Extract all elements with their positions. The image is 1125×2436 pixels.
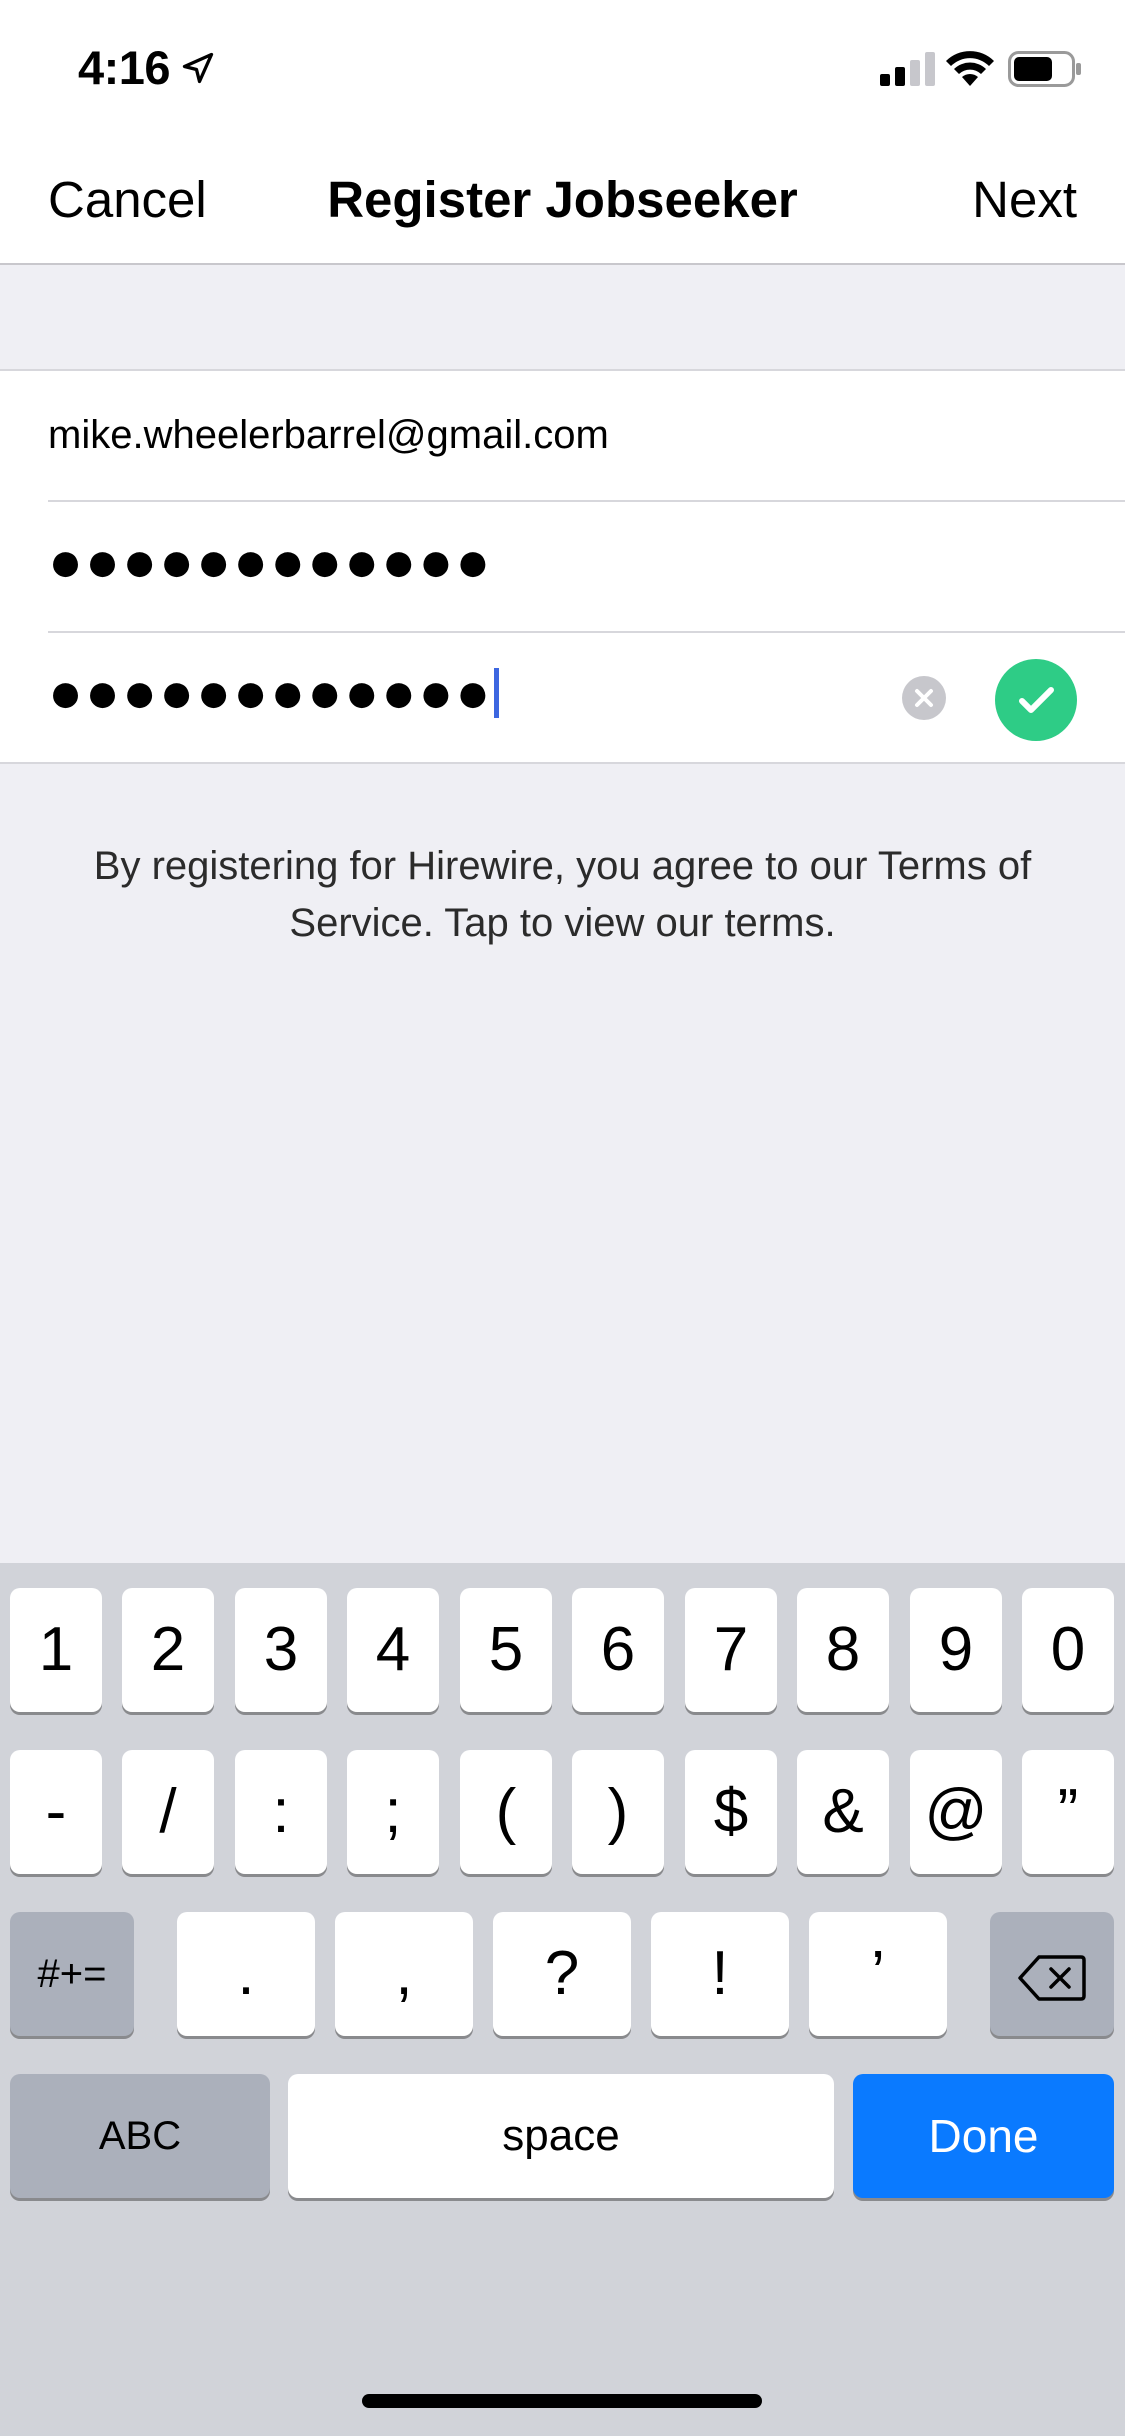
key-quote[interactable]: ” bbox=[1022, 1750, 1114, 1874]
battery-icon bbox=[1008, 51, 1081, 87]
keyboard: 1 2 3 4 5 6 7 8 9 0 - / : ; ( ) $ & @ ” … bbox=[0, 1563, 1125, 2436]
key-question[interactable]: ? bbox=[493, 1912, 631, 2036]
status-bar: 4:16 bbox=[0, 0, 1125, 132]
password-field[interactable]: ●●●●●●●●●●●● bbox=[48, 502, 1125, 633]
key-close-paren[interactable]: ) bbox=[572, 1750, 664, 1874]
confirm-password-wrapper: ●●●●●●●●●●●● bbox=[48, 659, 500, 726]
next-button[interactable]: Next bbox=[972, 170, 1077, 229]
key-slash[interactable]: / bbox=[122, 1750, 214, 1874]
key-period[interactable]: . bbox=[177, 1912, 315, 2036]
backspace-icon bbox=[1018, 1954, 1086, 2001]
confirm-password-field[interactable]: ●●●●●●●●●●●● bbox=[48, 633, 1125, 764]
key-0[interactable]: 0 bbox=[1022, 1588, 1114, 1712]
email-field[interactable]: mike.wheelerbarrel@gmail.com bbox=[48, 371, 1125, 502]
status-time: 4:16 bbox=[78, 41, 171, 94]
key-comma[interactable]: , bbox=[335, 1912, 473, 2036]
wifi-icon bbox=[946, 51, 994, 86]
text-cursor bbox=[494, 667, 500, 718]
checkmark-icon bbox=[1019, 687, 1054, 713]
cancel-button[interactable]: Cancel bbox=[48, 170, 207, 229]
key-open-paren[interactable]: ( bbox=[460, 1750, 552, 1874]
terms-of-service-link[interactable]: By registering for Hirewire, you agree t… bbox=[60, 838, 1065, 952]
key-4[interactable]: 4 bbox=[347, 1588, 439, 1712]
key-ampersand[interactable]: & bbox=[797, 1750, 889, 1874]
screen: 4:16 Register Jobseeker Cancel Next mike bbox=[0, 0, 1125, 2436]
password-value: ●●●●●●●●●●●● bbox=[48, 529, 493, 594]
key-semicolon[interactable]: ; bbox=[347, 1750, 439, 1874]
clear-text-button[interactable] bbox=[902, 676, 946, 720]
abc-key[interactable]: ABC bbox=[10, 2074, 270, 2198]
navigation-bar: Register Jobseeker Cancel Next bbox=[0, 132, 1125, 265]
backspace-key[interactable] bbox=[990, 1912, 1114, 2036]
key-apostrophe[interactable]: ’ bbox=[809, 1912, 947, 2036]
space-key[interactable]: space bbox=[288, 2074, 834, 2198]
key-2[interactable]: 2 bbox=[122, 1588, 214, 1712]
key-9[interactable]: 9 bbox=[910, 1588, 1002, 1712]
home-indicator[interactable] bbox=[362, 2394, 762, 2408]
done-key[interactable]: Done bbox=[853, 2074, 1114, 2198]
key-5[interactable]: 5 bbox=[460, 1588, 552, 1712]
email-value: mike.wheelerbarrel@gmail.com bbox=[48, 413, 609, 457]
key-3[interactable]: 3 bbox=[235, 1588, 327, 1712]
key-8[interactable]: 8 bbox=[797, 1588, 889, 1712]
registration-form: mike.wheelerbarrel@gmail.com ●●●●●●●●●●●… bbox=[0, 369, 1125, 764]
key-more-symbols[interactable]: #+= bbox=[10, 1912, 134, 2036]
key-exclamation[interactable]: ! bbox=[651, 1912, 789, 2036]
key-dollar[interactable]: $ bbox=[685, 1750, 777, 1874]
key-hyphen[interactable]: - bbox=[10, 1750, 102, 1874]
clear-icon bbox=[915, 689, 933, 707]
cellular-signal-icon bbox=[880, 52, 935, 86]
key-at[interactable]: @ bbox=[910, 1750, 1002, 1874]
key-1[interactable]: 1 bbox=[10, 1588, 102, 1712]
key-colon[interactable]: : bbox=[235, 1750, 327, 1874]
location-arrow-icon bbox=[182, 52, 214, 84]
key-6[interactable]: 6 bbox=[572, 1588, 664, 1712]
password-match-indicator bbox=[995, 659, 1077, 741]
confirm-password-value: ●●●●●●●●●●●● bbox=[48, 660, 493, 725]
key-7[interactable]: 7 bbox=[685, 1588, 777, 1712]
